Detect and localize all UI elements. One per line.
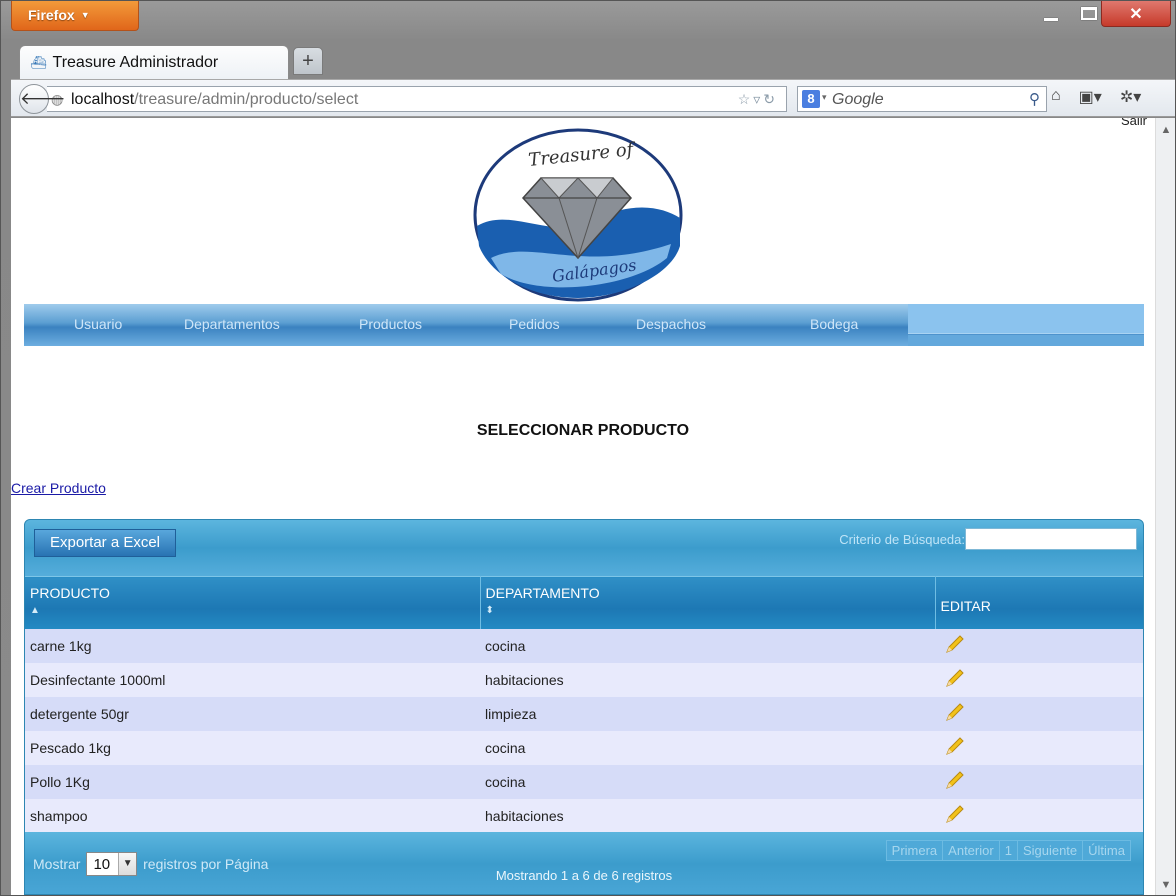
pager-previous[interactable]: Anterior	[942, 840, 1000, 861]
treasure-galapagos-logo: Treasure of Galápagos	[473, 128, 683, 302]
cell-departamento: habitaciones	[480, 662, 935, 697]
chevron-down-icon: ▼	[80, 10, 90, 20]
close-icon: ✕	[1129, 5, 1143, 23]
tab-treasure-administrador[interactable]: ⛴ Treasure Administrador	[19, 45, 289, 79]
search-input[interactable]	[965, 528, 1137, 550]
bookmark-star-reload-icons[interactable]: ☆▿↻	[738, 91, 778, 108]
minimize-button[interactable]	[1035, 1, 1067, 25]
ship-favicon-icon: ⛴	[30, 55, 47, 70]
firefox-menu-button[interactable]: Firefox ▼	[11, 1, 139, 31]
productos-table: PRODUCTO ▲ DEPARTAMENTO ⬍ EDITAR carne 1…	[25, 576, 1143, 833]
records-info: Mostrando 1 a 6 de 6 registros	[495, 868, 673, 883]
cell-editar	[935, 730, 1143, 765]
column-header-producto[interactable]: PRODUCTO ▲	[25, 576, 481, 629]
google-logo-icon: 8	[802, 90, 820, 108]
vertical-scrollbar[interactable]: ▲ ▼	[1155, 118, 1175, 895]
close-button[interactable]: ✕	[1101, 1, 1171, 27]
column-header-label: EDITAR	[940, 597, 991, 614]
cell-editar	[935, 628, 1143, 663]
search-box[interactable]: 8 ▾ Google ⚲	[797, 86, 1047, 112]
datatable-footer: Mostrar 10 ▼ registros por Página Mostra…	[25, 832, 1143, 894]
column-header-label: DEPARTAMENTO	[485, 585, 600, 601]
cell-editar	[935, 662, 1143, 697]
pager-last[interactable]: Última	[1082, 840, 1131, 861]
menu-item-productos[interactable]: Productos	[359, 316, 422, 332]
main-menu: Usuario Departamentos Productos Pedidos …	[24, 304, 1144, 346]
table-row: detergente 50gr limpieza	[25, 696, 1143, 731]
table-row: carne 1kg cocina	[25, 628, 1143, 663]
cell-departamento: habitaciones	[480, 798, 935, 833]
pencil-icon[interactable]	[945, 668, 965, 688]
back-button[interactable]: 🡐	[19, 84, 66, 114]
cell-producto: Desinfectante 1000ml	[25, 662, 480, 697]
minimize-icon	[1044, 17, 1058, 21]
cell-producto: Pollo 1Kg	[25, 764, 480, 799]
table-row: shampoo habitaciones	[25, 798, 1143, 833]
back-arrow-icon: 🡐	[20, 89, 66, 108]
crear-producto-link[interactable]: Crear Producto	[11, 480, 106, 496]
navigation-toolbar: ◍ localhost/treasure/admin/producto/sele…	[11, 79, 1175, 117]
menu-filler-bottom	[908, 335, 1144, 346]
cell-producto: detergente 50gr	[25, 696, 480, 731]
cell-producto: shampoo	[25, 798, 480, 833]
menu-item-usuario[interactable]: Usuario	[74, 316, 122, 332]
table-row: Desinfectante 1000ml habitaciones	[25, 662, 1143, 697]
pagination: Primera Anterior 1 Siguiente Última	[885, 840, 1131, 861]
cell-producto: carne 1kg	[25, 628, 480, 663]
pencil-icon[interactable]	[945, 702, 965, 722]
home-icon[interactable]: ⌂	[1051, 87, 1061, 107]
tab-title: Treasure Administrador	[52, 54, 219, 71]
menu-item-departamentos[interactable]: Departamentos	[184, 316, 280, 332]
magnifier-icon[interactable]: ⚲	[1029, 90, 1040, 108]
cell-departamento: cocina	[480, 628, 935, 663]
pager-first[interactable]: Primera	[885, 840, 944, 861]
column-header-departamento[interactable]: DEPARTAMENTO ⬍	[480, 576, 936, 629]
pencil-icon[interactable]	[945, 736, 965, 756]
search-engine-dropdown-icon[interactable]: ▾	[822, 92, 827, 103]
table-row: Pollo 1Kg cocina	[25, 764, 1143, 799]
cell-departamento: cocina	[480, 730, 935, 765]
menu-item-pedidos[interactable]: Pedidos	[509, 316, 560, 332]
pager-page-1[interactable]: 1	[998, 840, 1018, 861]
plus-icon: +	[302, 50, 314, 72]
table-row: Pescado 1kg cocina	[25, 730, 1143, 765]
toolbar-icons: ⌂ ▣▾ ✲▾	[1051, 87, 1141, 107]
browser-window: Firefox ▼ ✕ ⛴ Treasure Administrador + ◍ …	[0, 0, 1176, 896]
pencil-icon[interactable]	[945, 770, 965, 790]
cell-editar	[935, 798, 1143, 833]
menu-item-despachos[interactable]: Despachos	[636, 316, 706, 332]
search-label: Criterio de Búsqueda:	[839, 532, 965, 547]
cell-departamento: cocina	[480, 764, 935, 799]
scroll-up-icon[interactable]: ▲	[1156, 124, 1175, 136]
new-tab-button[interactable]: +	[293, 47, 323, 75]
url-path: /treasure/admin/producto/select	[134, 91, 359, 108]
column-header-editar: EDITAR	[935, 576, 1143, 629]
datatable-toolbar: Exportar a Excel Criterio de Búsqueda:	[25, 520, 1143, 576]
page-viewport: Salir Treasure of Galápagos Usuario Depa…	[11, 118, 1175, 895]
scroll-down-icon[interactable]: ▼	[1156, 879, 1175, 891]
sort-both-icon: ⬍	[485, 605, 494, 616]
menu-item-bodega[interactable]: Bodega	[810, 316, 858, 332]
bookmarks-icon[interactable]: ▣▾	[1079, 87, 1102, 107]
search-placeholder: Google	[832, 91, 884, 108]
salir-link[interactable]: Salir	[1121, 118, 1147, 128]
maximize-icon	[1081, 6, 1097, 20]
pencil-icon[interactable]	[945, 634, 965, 654]
export-excel-button[interactable]: Exportar a Excel	[34, 529, 176, 557]
url-host: localhost	[71, 91, 135, 108]
cell-departamento: limpieza	[480, 696, 935, 731]
productos-datatable: Exportar a Excel Criterio de Búsqueda: P…	[24, 519, 1144, 895]
sort-asc-icon: ▲	[30, 605, 40, 616]
pencil-icon[interactable]	[945, 804, 965, 824]
firefox-menu-label: Firefox	[28, 7, 75, 23]
page-title: SELECCIONAR PRODUCTO	[476, 422, 690, 439]
url-bar[interactable]: ◍ localhost/treasure/admin/producto/sele…	[47, 86, 787, 112]
pager-next[interactable]: Siguiente	[1016, 840, 1084, 861]
cell-editar	[935, 764, 1143, 799]
cell-producto: Pescado 1kg	[25, 730, 480, 765]
menu-filler	[908, 304, 1144, 334]
cell-editar	[935, 696, 1143, 731]
addon-icon[interactable]: ✲▾	[1120, 87, 1141, 107]
column-header-label: PRODUCTO	[30, 585, 110, 601]
